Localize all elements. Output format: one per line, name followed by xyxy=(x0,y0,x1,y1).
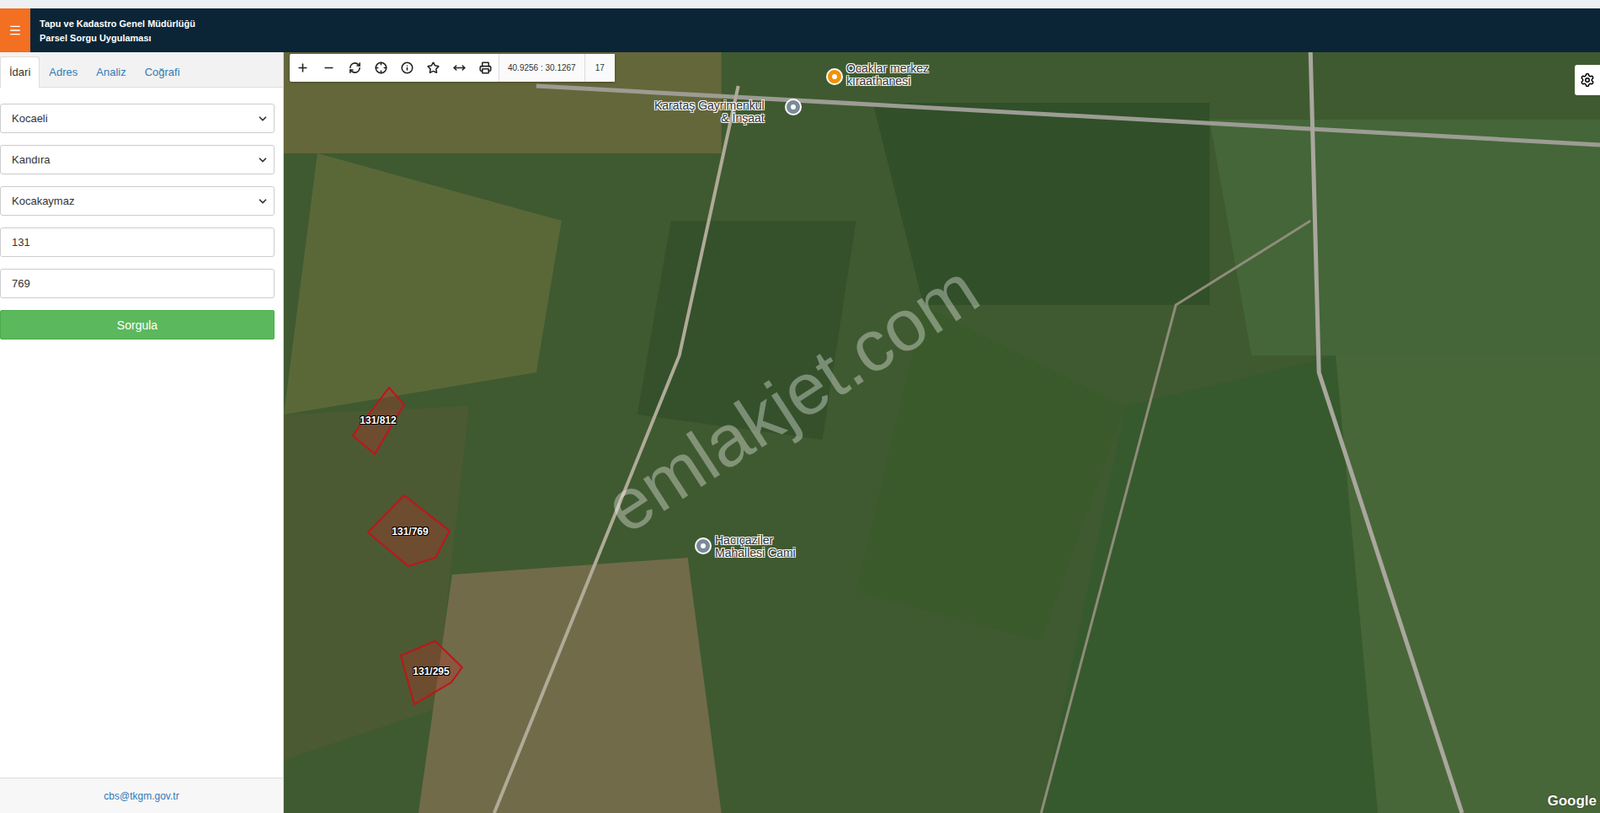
favorite-icon xyxy=(426,61,440,75)
place-pin-icon[interactable] xyxy=(694,537,712,555)
header: Tapu ve Kadastro Genel Müdürlüğü Parsel S… xyxy=(0,8,1600,53)
refresh-icon xyxy=(348,61,362,75)
info-icon xyxy=(400,61,414,75)
text-field[interactable]: 769 xyxy=(0,268,275,299)
select-field[interactable]: Kocakaymaz xyxy=(0,186,275,216)
favorite-button[interactable] xyxy=(420,53,447,82)
locate-button[interactable] xyxy=(368,53,395,82)
tab[interactable]: Coğrafi xyxy=(135,56,190,88)
chevron-icon xyxy=(256,112,269,125)
select-field[interactable]: Kocaeli xyxy=(0,103,275,134)
top-strip xyxy=(0,0,1600,9)
parcel-label: 131/295 xyxy=(412,665,449,678)
refresh-button[interactable] xyxy=(341,53,368,82)
parcel-label: 131/812 xyxy=(359,414,396,427)
print-icon xyxy=(479,61,492,75)
submit-button[interactable]: Sorgula xyxy=(0,309,275,340)
place-label: Ocaklar merkezkıraathanesi xyxy=(846,62,929,88)
zoom-in-button[interactable] xyxy=(289,53,316,82)
menu-icon xyxy=(8,23,22,38)
tab[interactable]: Adres xyxy=(39,56,87,88)
parcel[interactable] xyxy=(368,495,450,566)
print-button[interactable] xyxy=(472,53,499,82)
zoom-out-button[interactable] xyxy=(315,53,342,82)
body: İdariAdresAnalizCoğrafiKocaeliKandıraKoc… xyxy=(0,52,1600,813)
tab[interactable]: Analiz xyxy=(86,56,135,88)
map[interactable]: emlakjet.com 131/812 131/769 131/295 Ocaklar… xyxy=(283,52,1600,813)
zoom-out-icon xyxy=(322,61,336,75)
satellite-image xyxy=(283,52,1600,813)
parcel[interactable] xyxy=(400,640,463,704)
parcel[interactable] xyxy=(352,387,405,454)
title-line: Parsel Sorgu Uygulaması xyxy=(39,32,196,44)
attribution: Google xyxy=(1546,792,1597,810)
zoom-level: 17 xyxy=(584,53,615,82)
info-button[interactable] xyxy=(394,53,421,82)
text-field[interactable]: 131 xyxy=(0,227,275,257)
query-form: Kocaeli Kandıra Kocakaymaz 131 769 Sorgula xyxy=(0,87,283,778)
app: Tapu ve Kadastro Genel Müdürlüğü Parsel S… xyxy=(0,0,1600,813)
zoom-in-icon xyxy=(296,61,310,75)
parcel-label: 131/769 xyxy=(391,525,428,538)
tab-bar: İdariAdresAnalizCoğrafi xyxy=(0,52,283,88)
locate-icon xyxy=(374,61,388,75)
measure-icon xyxy=(453,61,466,75)
chevron-icon xyxy=(256,154,269,166)
tab[interactable]: İdari xyxy=(0,56,40,88)
settings-button[interactable] xyxy=(1574,64,1600,96)
place-label: HacıçazilerMahallesi Cami xyxy=(714,533,796,560)
place-pin-icon[interactable] xyxy=(784,98,802,116)
measure-button[interactable] xyxy=(446,53,473,82)
menu-button[interactable] xyxy=(0,8,31,53)
app-title: Tapu ve Kadastro Genel Müdürlüğü Parsel S… xyxy=(30,17,196,44)
place-pin-icon[interactable] xyxy=(826,68,843,86)
watermark: emlakjet.com xyxy=(590,247,994,550)
place-label: Karataş Gayrimenkul& İnşaat xyxy=(654,99,765,125)
sidebar: İdariAdresAnalizCoğrafiKocaeliKandıraKoc… xyxy=(0,52,284,813)
map-toolbar: 40.9256 : 30.126717 xyxy=(289,53,615,82)
title-line: Tapu ve Kadastro Genel Müdürlüğü xyxy=(39,17,196,30)
gear-icon xyxy=(1579,72,1595,88)
coordinates: 40.9256 : 30.1267 xyxy=(498,53,585,82)
chevron-icon xyxy=(256,195,269,208)
select-field[interactable]: Kandıra xyxy=(0,144,275,175)
footer[interactable]: cbs@tkgm.gov.tr xyxy=(0,777,283,813)
